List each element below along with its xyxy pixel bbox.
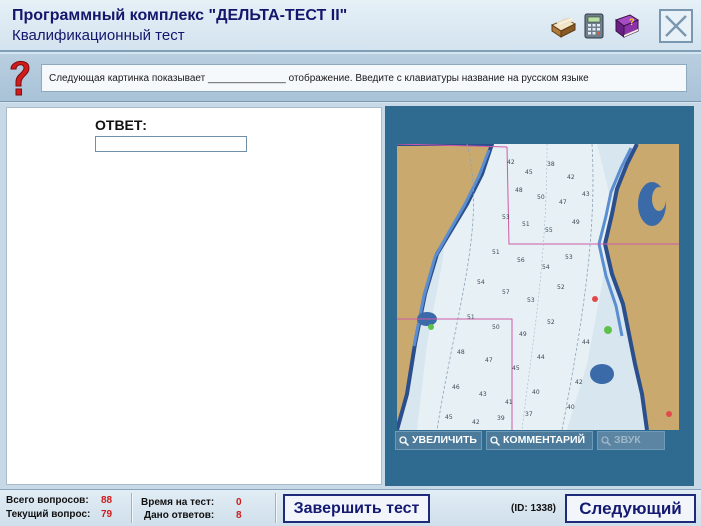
image-toolbar: УВЕЛИЧИТЬ КОММЕНТАРИЙ ЗВУК <box>395 431 675 451</box>
footer-divider <box>275 493 277 523</box>
main-area: ОТВЕТ: 42 45 38 42 48 50 47 43 53 51 55 … <box>0 103 701 489</box>
image-panel: 42 45 38 42 48 50 47 43 53 51 55 49 51 56 54 53 54 57… <box>385 106 694 486</box>
svg-text:47: 47 <box>485 357 493 364</box>
svg-text:38: 38 <box>547 161 555 168</box>
svg-text:40: 40 <box>532 389 540 396</box>
magnifier-icon <box>490 436 500 446</box>
svg-text:49: 49 <box>572 219 580 226</box>
total-questions-label: Всего вопросов: <box>6 495 89 506</box>
next-question-button[interactable]: Следующий <box>565 494 696 523</box>
svg-text:50: 50 <box>537 194 545 201</box>
svg-text:53: 53 <box>502 214 510 221</box>
svg-text:54: 54 <box>477 279 485 286</box>
svg-text:45: 45 <box>445 414 453 421</box>
answer-panel: ОТВЕТ: <box>6 107 382 485</box>
magnifier-icon <box>601 436 611 446</box>
svg-text:48: 48 <box>457 349 465 356</box>
svg-text:42: 42 <box>575 379 583 386</box>
svg-text:43: 43 <box>479 391 487 398</box>
svg-text:45: 45 <box>512 365 520 372</box>
close-icon <box>665 15 687 37</box>
svg-text:40: 40 <box>567 404 575 411</box>
app-subtitle: Квалификационный тест <box>12 27 185 44</box>
svg-text:?: ? <box>629 17 635 27</box>
svg-text:39: 39 <box>497 415 505 422</box>
svg-text:55: 55 <box>545 227 553 234</box>
question-band: Следующая картинка показывает __________… <box>0 54 701 102</box>
sound-button: ЗВУК <box>597 431 665 450</box>
svg-text:52: 52 <box>557 284 565 291</box>
nautical-chart-image: 42 45 38 42 48 50 47 43 53 51 55 49 51 56 54 53 54 57… <box>397 144 679 430</box>
svg-text:42: 42 <box>507 159 515 166</box>
svg-text:42: 42 <box>472 419 480 426</box>
svg-text:51: 51 <box>467 314 475 321</box>
zoom-label: УВЕЛИЧИТЬ <box>412 434 477 446</box>
svg-text:51: 51 <box>492 249 500 256</box>
svg-text:56: 56 <box>517 257 525 264</box>
current-question-label: Текущий вопрос: <box>6 509 91 520</box>
footer-divider <box>131 493 133 523</box>
svg-text:43: 43 <box>582 191 590 198</box>
test-window: Программный комплекс "ДЕЛЬТА-ТЕСТ II" Кв… <box>0 0 701 526</box>
svg-text:52: 52 <box>547 319 555 326</box>
svg-text:37: 37 <box>525 411 533 418</box>
comment-label: КОММЕНТАРИЙ <box>503 434 586 446</box>
footer: Всего вопросов: 88 Текущий вопрос: 79 Вр… <box>0 489 701 526</box>
current-question-value: 79 <box>101 509 113 520</box>
svg-text:45: 45 <box>525 169 533 176</box>
svg-text:51: 51 <box>522 221 530 228</box>
answer-input[interactable] <box>95 136 247 152</box>
test-time-value: 0 <box>236 497 242 508</box>
app-title: Программный комплекс "ДЕЛЬТА-ТЕСТ II" <box>12 7 348 24</box>
answer-label: ОТВЕТ: <box>95 117 147 133</box>
sound-label: ЗВУК <box>614 434 641 446</box>
help-book-icon[interactable]: ? <box>612 13 640 39</box>
svg-text:41: 41 <box>505 399 513 406</box>
comment-button[interactable]: КОММЕНТАРИЙ <box>486 431 593 450</box>
svg-text:44: 44 <box>537 354 545 361</box>
total-questions-value: 88 <box>101 495 113 506</box>
answers-given-value: 8 <box>236 510 242 521</box>
answers-given-label: Дано ответов: <box>144 510 215 521</box>
svg-text:42: 42 <box>567 174 575 181</box>
svg-text:44: 44 <box>582 339 590 346</box>
question-box: Следующая картинка показывает __________… <box>41 64 687 92</box>
svg-text:46: 46 <box>452 384 460 391</box>
svg-text:49: 49 <box>519 331 527 338</box>
finish-test-button[interactable]: Завершить тест <box>283 494 430 523</box>
svg-text:57: 57 <box>502 289 510 296</box>
svg-text:48: 48 <box>515 187 523 194</box>
zoom-button[interactable]: УВЕЛИЧИТЬ <box>395 431 482 450</box>
magnifier-icon <box>399 436 409 446</box>
svg-text:53: 53 <box>527 297 535 304</box>
question-mark-icon <box>5 57 35 99</box>
svg-text:54: 54 <box>542 264 550 271</box>
test-time-label: Время на тест: <box>141 497 215 508</box>
header: Программный комплекс "ДЕЛЬТА-ТЕСТ II" Кв… <box>0 0 701 52</box>
svg-text:53: 53 <box>565 254 573 261</box>
svg-text:50: 50 <box>492 324 500 331</box>
card-index-icon[interactable] <box>549 13 577 39</box>
close-button[interactable] <box>659 9 693 43</box>
svg-text:47: 47 <box>559 199 567 206</box>
question-id: (ID: 1338) <box>511 503 557 514</box>
question-text: Следующая картинка показывает __________… <box>49 73 589 84</box>
calculator-icon[interactable] <box>580 13 608 39</box>
